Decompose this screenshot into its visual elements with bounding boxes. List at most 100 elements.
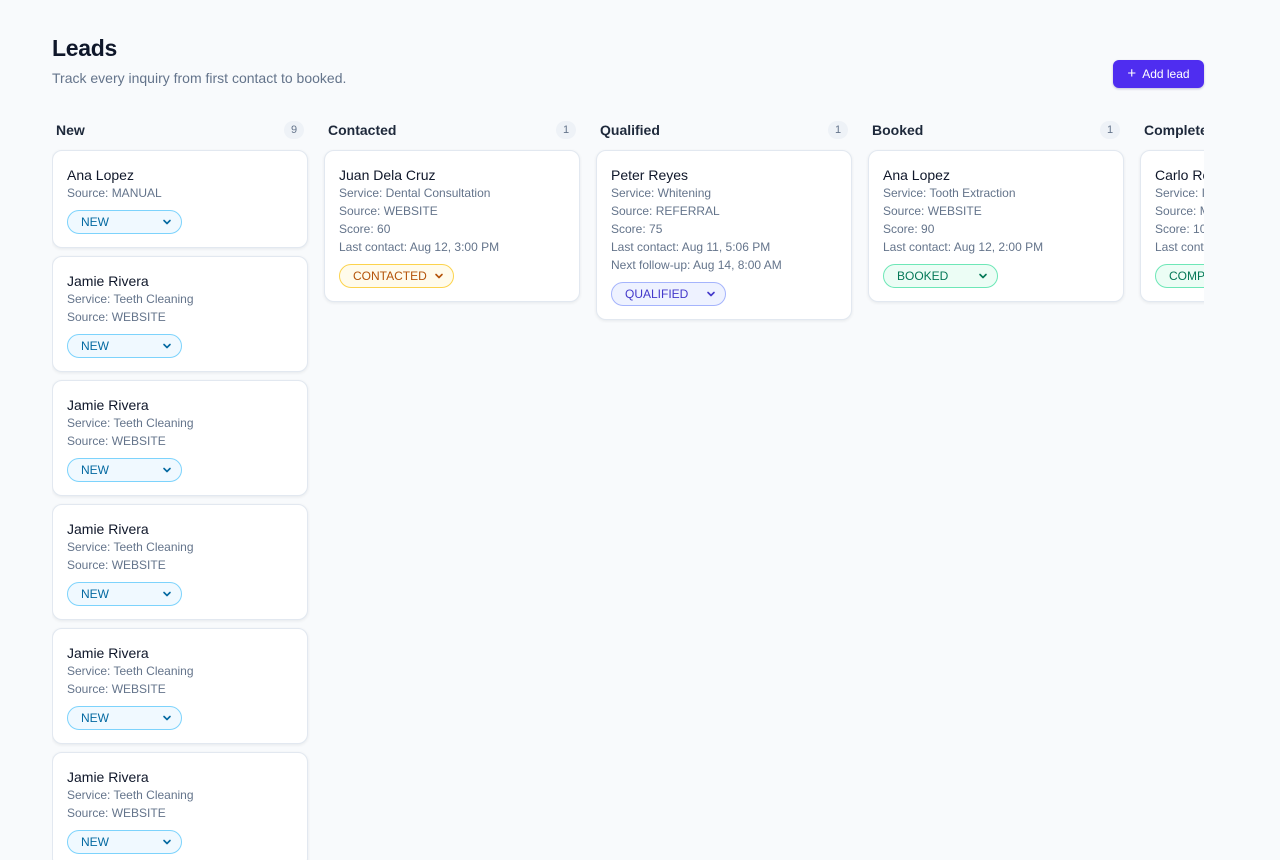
status-value: NEW	[81, 587, 109, 601]
lead-name: Jamie Rivera	[67, 769, 149, 785]
lead-detail: Last conta	[1155, 240, 1204, 254]
column-header: Booked 1	[868, 118, 1124, 142]
lead-detail: Source: WEBSITE	[67, 310, 166, 324]
column-title: Completed	[1144, 122, 1204, 138]
status-select[interactable]: NEW	[67, 830, 182, 854]
lead-detail: Service: Teeth Cleaning	[67, 540, 194, 554]
status-value: NEW	[81, 835, 109, 849]
status-value: COMP	[1169, 269, 1204, 283]
chevron-down-icon	[161, 836, 173, 848]
lead-detail: Score: 75	[611, 222, 663, 236]
status-select[interactable]: CONTACTED	[339, 264, 454, 288]
column-booked: Booked 1 Ana Lopez Service: Tooth Extractio…	[868, 118, 1124, 310]
lead-detail: Last contact: Aug 12, 2:00 PM	[883, 240, 1044, 254]
status-value: NEW	[81, 215, 109, 229]
leads-page: Leads Track every inquiry from first con…	[0, 0, 1280, 860]
chevron-down-icon	[705, 288, 717, 300]
column-header: Qualified 1	[596, 118, 852, 142]
lead-card[interactable]: Jamie Rivera Service: Teeth Cleaning Sourc…	[52, 628, 308, 744]
lead-name: Jamie Rivera	[67, 273, 149, 289]
column-count-badge: 9	[284, 121, 304, 139]
card-list: Ana Lopez Source: MANUAL NEW Jamie Rivera Se…	[52, 150, 308, 860]
lead-name: Juan Dela Cruz	[339, 167, 436, 183]
column-header: Completed	[1140, 118, 1204, 142]
lead-detail: Source: WEBSITE	[67, 682, 166, 696]
status-select[interactable]: NEW	[67, 210, 182, 234]
lead-detail: Score: 90	[883, 222, 935, 236]
lead-detail: Source: WEBSITE	[883, 204, 982, 218]
status-select[interactable]: COMP	[1155, 264, 1204, 288]
lead-name: Jamie Rivera	[67, 521, 149, 537]
lead-detail: Service: Teeth Cleaning	[67, 664, 194, 678]
lead-detail: Service: Teeth Cleaning	[67, 788, 194, 802]
lead-detail: Last contact: Aug 11, 5:06 PM	[611, 240, 771, 254]
column-qualified: Qualified 1 Peter Reyes Service: Whitening S…	[596, 118, 852, 328]
add-lead-button[interactable]: + Add lead	[1113, 60, 1204, 88]
page-subtitle: Track every inquiry from first contact t…	[52, 70, 347, 86]
lead-detail: Source: M	[1155, 204, 1204, 218]
lead-card[interactable]: Jamie Rivera Service: Teeth Cleaning Sourc…	[52, 256, 308, 372]
chevron-down-icon	[161, 340, 173, 352]
plus-icon: +	[1127, 65, 1137, 82]
column-header: Contacted 1	[324, 118, 580, 142]
status-value: NEW	[81, 463, 109, 477]
column-count-badge: 1	[556, 121, 576, 139]
lead-card[interactable]: Juan Dela Cruz Service: Dental Consultati…	[324, 150, 580, 302]
lead-card[interactable]: Ana Lopez Source: MANUAL NEW	[52, 150, 308, 248]
lead-name: Carlo Ro	[1155, 167, 1204, 183]
lead-detail: Source: WEBSITE	[339, 204, 438, 218]
lead-card[interactable]: Carlo Ro Service: I Source: M Score: 10 Last…	[1140, 150, 1204, 302]
status-select[interactable]: NEW	[67, 582, 182, 606]
lead-name: Jamie Rivera	[67, 397, 149, 413]
column-title: New	[56, 122, 85, 138]
lead-card[interactable]: Peter Reyes Service: Whitening Source: REF…	[596, 150, 852, 320]
lead-card[interactable]: Ana Lopez Service: Tooth Extraction Source…	[868, 150, 1124, 302]
column-title: Qualified	[600, 122, 660, 138]
lead-name: Ana Lopez	[67, 167, 134, 183]
column-completed: Completed Carlo Ro Service: I Source: M Scor…	[1140, 118, 1204, 310]
lead-detail: Service: I	[1155, 186, 1204, 200]
lead-detail: Source: WEBSITE	[67, 434, 166, 448]
lead-detail: Service: Teeth Cleaning	[67, 416, 194, 430]
card-list: Peter Reyes Service: Whitening Source: REF…	[596, 150, 852, 320]
chevron-down-icon	[161, 588, 173, 600]
status-value: QUALIFIED	[625, 287, 689, 301]
lead-detail: Score: 10	[1155, 222, 1204, 236]
lead-detail: Source: WEBSITE	[67, 558, 166, 572]
status-value: BOOKED	[897, 269, 949, 283]
lead-detail: Service: Teeth Cleaning	[67, 292, 194, 306]
column-new: New 9 Ana Lopez Source: MANUAL NEW Jamie Rive…	[52, 118, 308, 860]
lead-name: Peter Reyes	[611, 167, 689, 183]
lead-card[interactable]: Jamie Rivera Service: Teeth Cleaning Sourc…	[52, 752, 308, 860]
status-select[interactable]: BOOKED	[883, 264, 998, 288]
page-header: Leads Track every inquiry from first con…	[52, 34, 1204, 94]
status-select[interactable]: NEW	[67, 458, 182, 482]
chevron-down-icon	[977, 270, 989, 282]
lead-card[interactable]: Jamie Rivera Service: Teeth Cleaning Sourc…	[52, 380, 308, 496]
lead-detail: Score: 60	[339, 222, 391, 236]
column-header: New 9	[52, 118, 308, 142]
lead-detail: Service: Whitening	[611, 186, 712, 200]
lead-detail: Service: Tooth Extraction	[883, 186, 1016, 200]
status-select[interactable]: NEW	[67, 334, 182, 358]
column-count-badge: 1	[828, 121, 848, 139]
chevron-down-icon	[161, 216, 173, 228]
status-select[interactable]: QUALIFIED	[611, 282, 726, 306]
lead-detail: Source: REFERRAL	[611, 204, 720, 218]
add-lead-label: Add lead	[1142, 67, 1190, 81]
status-value: NEW	[81, 339, 109, 353]
kanban-board: New 9 Ana Lopez Source: MANUAL NEW Jamie Rive…	[52, 118, 1204, 860]
chevron-down-icon	[161, 712, 173, 724]
card-list: Ana Lopez Service: Tooth Extraction Source…	[868, 150, 1124, 302]
chevron-down-icon	[433, 270, 445, 282]
lead-name: Jamie Rivera	[67, 645, 149, 661]
column-title: Booked	[872, 122, 924, 138]
lead-card[interactable]: Jamie Rivera Service: Teeth Cleaning Sourc…	[52, 504, 308, 620]
status-select[interactable]: NEW	[67, 706, 182, 730]
column-title: Contacted	[328, 122, 397, 138]
card-list: Carlo Ro Service: I Source: M Score: 10 Last…	[1140, 150, 1204, 302]
chevron-down-icon	[161, 464, 173, 476]
status-value: CONTACTED	[353, 269, 427, 283]
card-list: Juan Dela Cruz Service: Dental Consultati…	[324, 150, 580, 302]
column-contacted: Contacted 1 Juan Dela Cruz Service: Dental …	[324, 118, 580, 310]
